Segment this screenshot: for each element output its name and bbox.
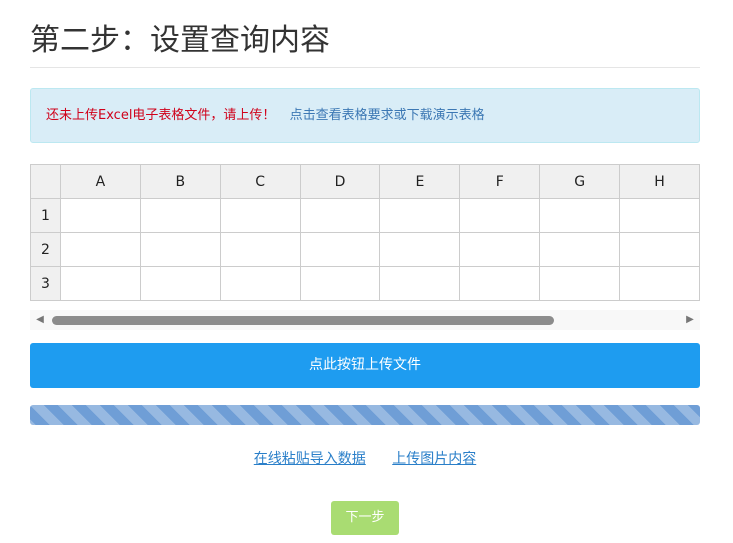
grid-cell[interactable] [619, 198, 700, 233]
grid-cell[interactable] [539, 198, 621, 233]
grid-cell[interactable] [59, 232, 141, 267]
row-header[interactable]: 1 [30, 198, 61, 233]
grid-cell[interactable] [379, 232, 461, 267]
grid-cell[interactable] [379, 198, 461, 233]
import-links: 在线粘贴导入数据 上传图片内容 [30, 449, 700, 469]
alert-warning-text: 还未上传Excel电子表格文件，请上传！ [46, 108, 276, 123]
upload-alert: 还未上传Excel电子表格文件，请上传！ 点击查看表格要求或下载演示表格 [30, 88, 700, 143]
grid-cell[interactable] [139, 198, 221, 233]
grid-cell[interactable] [219, 232, 301, 267]
upload-image-link[interactable]: 上传图片内容 [392, 451, 476, 467]
paste-data-link[interactable]: 在线粘贴导入数据 [254, 451, 366, 467]
column-header[interactable]: B [139, 165, 221, 199]
grid-cell[interactable] [379, 266, 461, 301]
next-step-button[interactable]: 下一步 [331, 501, 399, 535]
spreadsheet-table: A B C D E F G H 1 2 3 [30, 165, 700, 301]
column-header[interactable]: F [459, 165, 541, 199]
triangle-left-icon[interactable]: ◀ [30, 310, 50, 330]
table-row: 2 [30, 232, 700, 267]
scrollbar-thumb[interactable] [52, 316, 554, 325]
grid-cell[interactable] [539, 266, 621, 301]
row-header[interactable]: 3 [30, 266, 61, 301]
column-header[interactable]: H [619, 165, 700, 199]
grid-cell[interactable] [619, 266, 700, 301]
grid-cell[interactable] [459, 266, 541, 301]
grid-cell[interactable] [299, 266, 381, 301]
grid-cell[interactable] [139, 266, 221, 301]
grid-cell[interactable] [459, 232, 541, 267]
spreadsheet-grid[interactable]: A B C D E F G H 1 2 3 [30, 164, 700, 304]
grid-cell[interactable] [139, 232, 221, 267]
grid-cell[interactable] [219, 198, 301, 233]
grid-cell[interactable] [299, 198, 381, 233]
row-header[interactable]: 2 [30, 232, 61, 267]
triangle-right-icon[interactable]: ▶ [680, 310, 700, 330]
grid-cell[interactable] [619, 232, 700, 267]
column-header[interactable]: G [539, 165, 621, 199]
grid-cell[interactable] [59, 266, 141, 301]
table-requirements-link[interactable]: 点击查看表格要求或下载演示表格 [290, 108, 485, 123]
corner-cell[interactable] [30, 165, 61, 199]
table-row: 3 [30, 266, 700, 301]
page-title: 第二步：设置查询内容 [30, 23, 330, 58]
main-content: 第二步：设置查询内容 还未上传Excel电子表格文件，请上传！ 点击查看表格要求… [30, 0, 700, 535]
column-header[interactable]: E [379, 165, 461, 199]
title-divider [30, 67, 700, 68]
grid-cell[interactable] [219, 266, 301, 301]
column-header[interactable]: A [59, 165, 141, 199]
grid-cell[interactable] [459, 198, 541, 233]
table-row: 1 [30, 198, 700, 233]
horizontal-scrollbar[interactable]: ◀ ▶ [30, 310, 700, 330]
next-step-container: 下一步 [30, 501, 700, 535]
grid-cell[interactable] [539, 232, 621, 267]
column-header-row: A B C D E F G H [30, 165, 700, 199]
column-header[interactable]: D [299, 165, 381, 199]
upload-progress-bar [30, 405, 700, 425]
upload-file-button[interactable]: 点此按钮上传文件 [30, 343, 700, 388]
column-header[interactable]: C [219, 165, 301, 199]
grid-cell[interactable] [59, 198, 141, 233]
grid-cell[interactable] [299, 232, 381, 267]
